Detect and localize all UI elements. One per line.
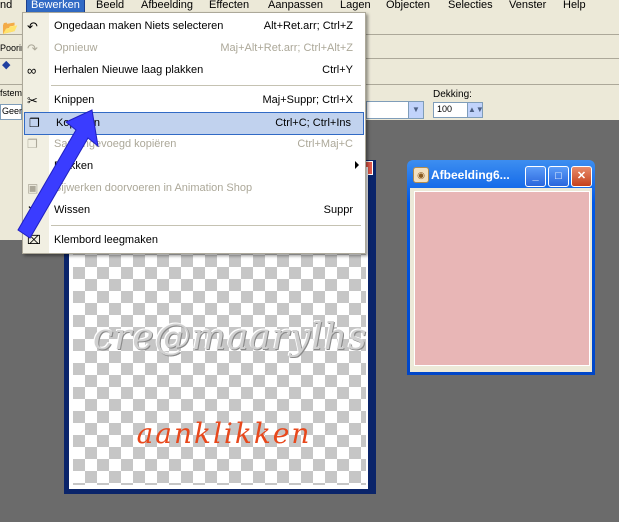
chevron-down-icon[interactable]: ▼ (408, 102, 423, 118)
menu-item-undo[interactable]: ↶ Ongedaan maken Niets selecteren Alt+Re… (23, 16, 365, 37)
menu-item-label: Ongedaan maken Niets selecteren (54, 20, 224, 32)
menu-item-lagen[interactable]: Lagen (340, 0, 371, 12)
window-app-icon: ◉ (413, 167, 429, 183)
window-body (410, 188, 592, 372)
menu-item-shortcut: Ctrl+C; Ctrl+Ins (275, 117, 351, 129)
menu-item-shortcut: Suppr (323, 204, 353, 216)
redo-icon: ↷ (27, 41, 38, 56)
close-icon[interactable]: ✕ (571, 166, 592, 187)
afbeelding-window[interactable]: ◉ Afbeelding6... _ □ ✕ (407, 160, 595, 375)
menu-item-bewerken[interactable]: Bewerken (26, 0, 85, 12)
menu-separator (51, 85, 361, 86)
menu-item-help[interactable]: Help (563, 0, 586, 12)
menu-item-aanpassen[interactable]: Aanpassen (268, 0, 323, 12)
menu-item-beeld[interactable]: Beeld (96, 0, 124, 12)
toolbar-label-afstem: fstem (0, 88, 23, 98)
menu-item-label: Opnieuw (54, 42, 98, 54)
tool-icon[interactable]: ◆ (2, 58, 10, 71)
annotation-arrow-icon (17, 109, 99, 239)
menu-item-afbeelding[interactable]: Afbeelding (141, 0, 193, 12)
watermark-text: cre@maarylhs (93, 317, 368, 358)
dekking-label: Dekking: (433, 89, 472, 100)
menu-item-effecten[interactable]: Effecten (209, 0, 249, 12)
menu-item-partial[interactable]: nd (0, 0, 12, 12)
menu-item-venster[interactable]: Venster (509, 0, 546, 12)
menu-item-shortcut: Maj+Suppr; Ctrl+X (262, 94, 353, 106)
menu-item-shortcut: Ctrl+Maj+C (297, 138, 353, 150)
minimize-icon[interactable]: _ (525, 166, 546, 187)
wide-combo[interactable]: ▼ (366, 101, 424, 119)
scissors-icon: ✂ (27, 93, 38, 108)
dekking-input[interactable]: 100 ▲▼ (433, 102, 484, 118)
menu-item-repeat[interactable]: ∞ Herhalen Nieuwe laag plakken Ctrl+Y (23, 60, 365, 81)
dekking-spin-icon[interactable]: ▲▼ (467, 103, 484, 117)
dekking-value: 100 (437, 104, 453, 114)
menu-item-redo[interactable]: ↷ Opnieuw Maj+Alt+Ret.arr; Ctrl+Alt+Z (23, 38, 365, 59)
menu-item-objecten[interactable]: Objecten (386, 0, 430, 12)
undo-icon: ↶ (27, 19, 38, 34)
menu-item-selecties[interactable]: Selecties (448, 0, 493, 12)
menu-item-shortcut: Alt+Ret.arr; Ctrl+Z (263, 20, 353, 32)
menu-item-shortcut: Ctrl+Y (322, 64, 353, 76)
repeat-icon: ∞ (27, 63, 37, 78)
menu-item-label: Knippen (54, 94, 95, 106)
menu-item-shortcut: Maj+Alt+Ret.arr; Ctrl+Alt+Z (220, 42, 353, 54)
menu-item-label: Herhalen Nieuwe laag plakken (54, 64, 204, 76)
maximize-icon[interactable]: □ (548, 166, 569, 187)
submenu-arrow-icon (355, 161, 359, 169)
open-folder-icon[interactable]: 📂 (2, 20, 18, 36)
pink-canvas[interactable] (414, 191, 590, 366)
menu-bar: nd Bewerken Beeld Afbeelding Effecten Aa… (0, 0, 619, 12)
overlay-instruction-text: aanklikken (136, 417, 312, 450)
window-title: Afbeelding6... (431, 168, 510, 182)
